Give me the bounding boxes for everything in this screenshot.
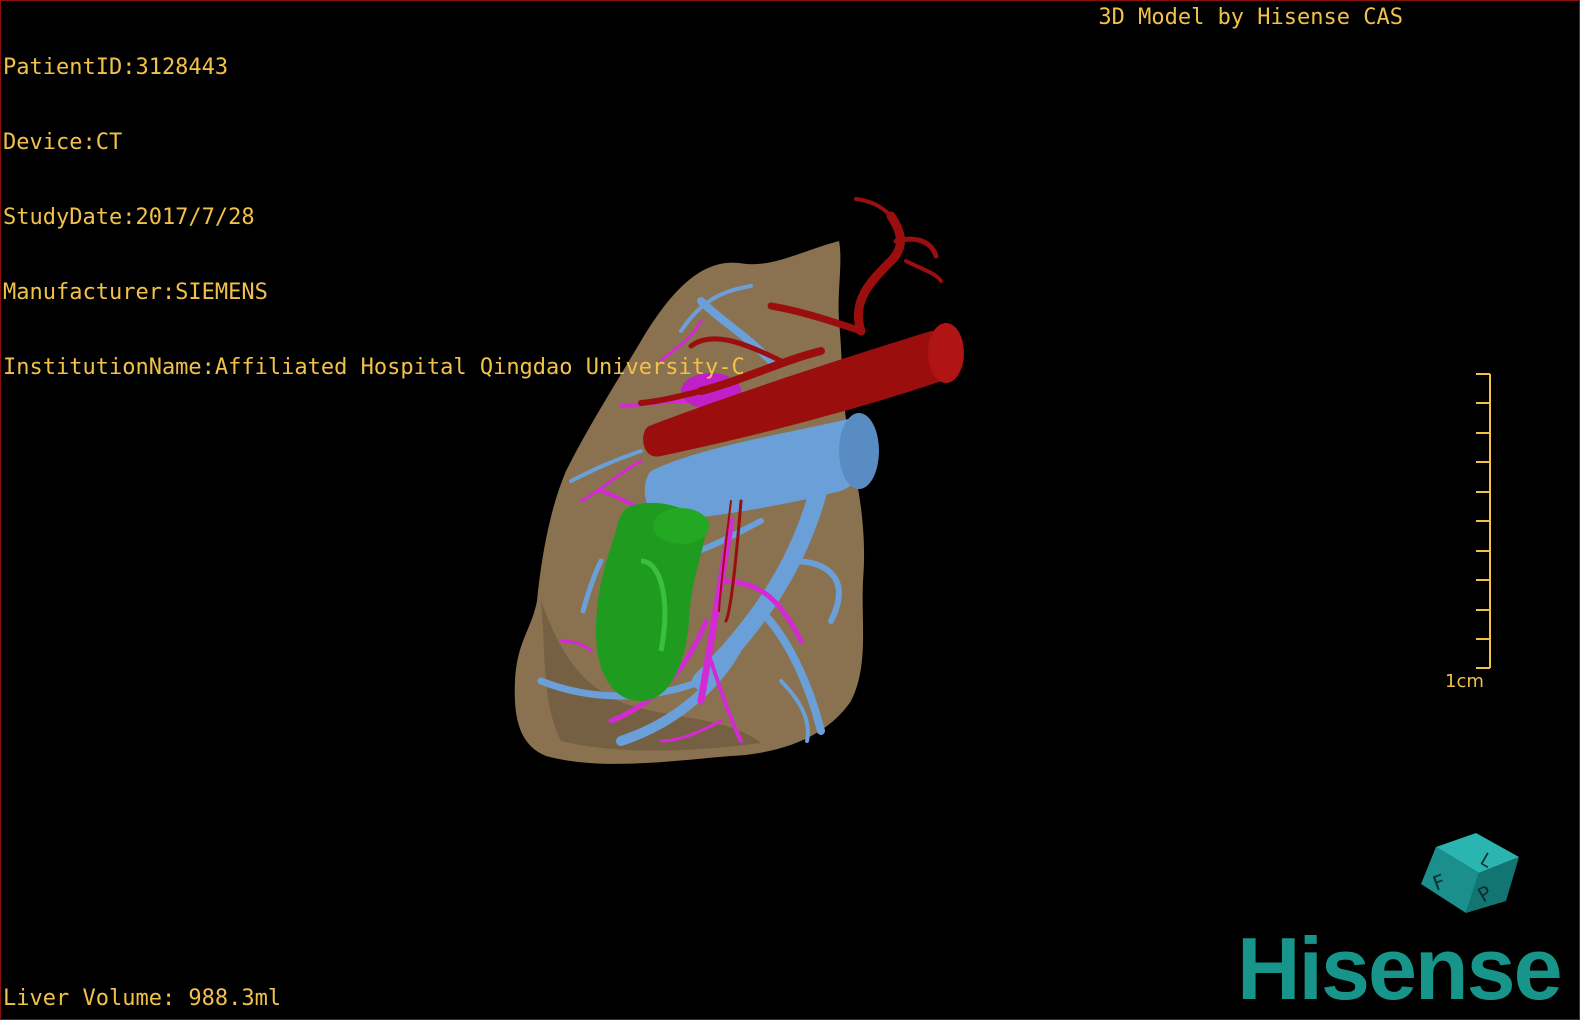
device-text: Device:CT — [3, 130, 123, 155]
patient-id-text: PatientID:3128443 — [3, 55, 229, 80]
scale-bar-label: 1cm — [1445, 671, 1484, 692]
model-credit-title: 3D Model by Hisense CAS — [1098, 5, 1403, 30]
scale-bar-icon — [1476, 373, 1491, 669]
dicom-info-block: PatientID:3128443 Device:CT StudyDate:20… — [3, 5, 745, 430]
3d-viewport[interactable]: PatientID:3128443 Device:CT StudyDate:20… — [0, 0, 1580, 1020]
liver-volume-text: Liver Volume: 988.3ml — [3, 986, 282, 1011]
hisense-logo: Hisense — [1237, 919, 1563, 1018]
manufacturer-text: Manufacturer:SIEMENS — [3, 280, 268, 305]
study-date-text: StudyDate:2017/7/28 — [3, 205, 255, 230]
institution-text: InstitutionName:Affiliated Hospital Qing… — [3, 355, 745, 380]
